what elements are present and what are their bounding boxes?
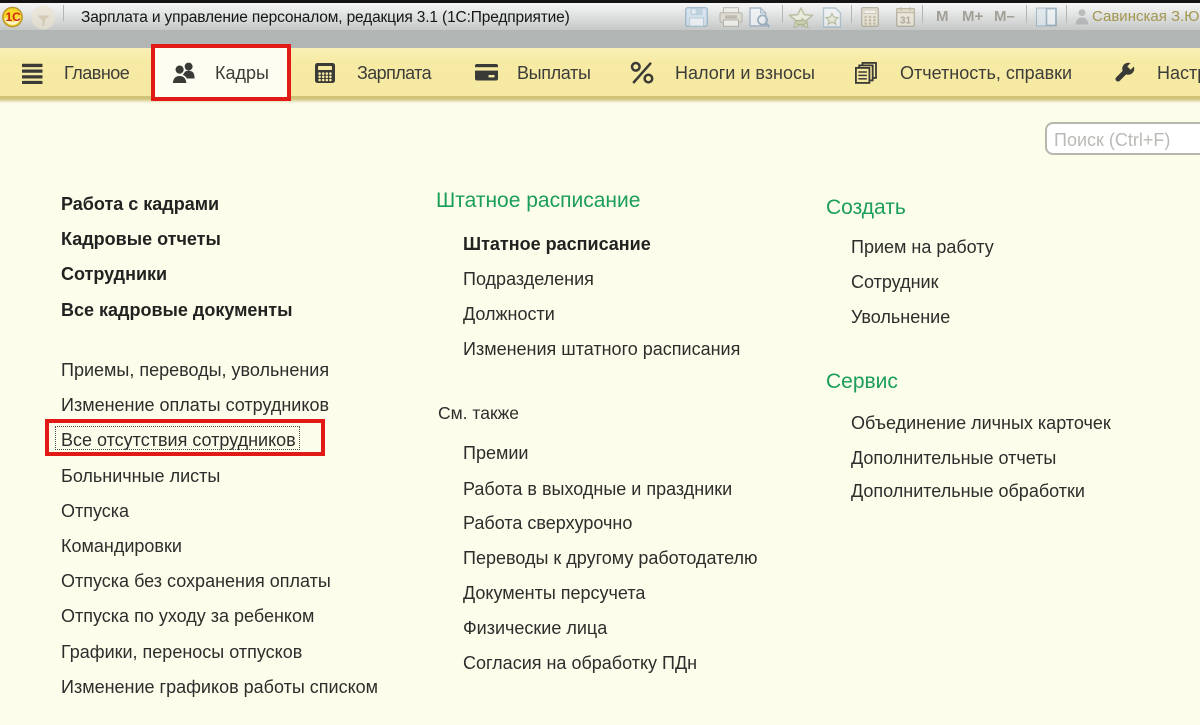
svg-text:1С: 1С [6,10,22,24]
svg-text:31: 31 [900,16,912,27]
